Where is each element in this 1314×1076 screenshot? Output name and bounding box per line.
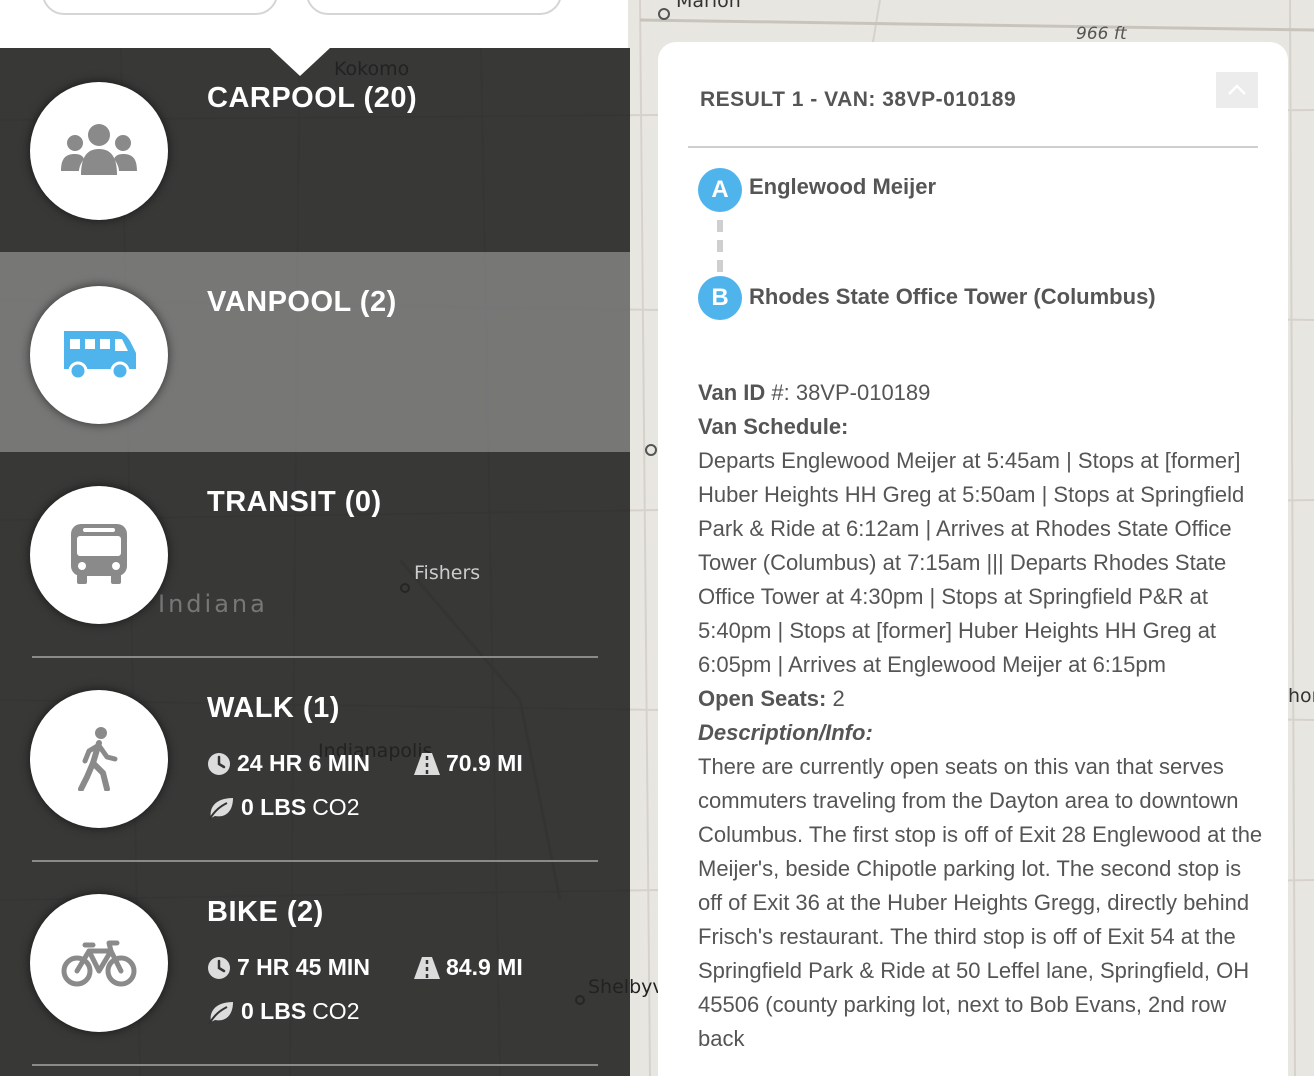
result-card: RESULT 1 - VAN: 38VP-010189 A Englewood … xyxy=(658,42,1288,1076)
top-strip xyxy=(0,0,628,48)
mode-title-bike: BIKE (2) xyxy=(207,896,324,928)
mode-title-carpool: CARPOOL (20) xyxy=(207,82,418,114)
van-id-suffix: #: xyxy=(765,380,796,405)
destination-name: Rhodes State Office Tower (Columbus) xyxy=(749,284,1156,309)
mode-row-transit[interactable]: TRANSIT (0) xyxy=(0,452,630,656)
van-details: Van ID #: 38VP-010189 Van Schedule: Depa… xyxy=(698,376,1268,1056)
clock-icon xyxy=(208,752,230,775)
walk-co2-unit: CO2 xyxy=(312,794,360,820)
road-icon xyxy=(414,956,440,979)
seats-line: Open Seats: 2 xyxy=(698,682,1268,716)
bicycle-icon xyxy=(61,940,137,987)
origin-name: Englewood Meijer xyxy=(749,174,937,199)
walk-time: 24 HR 6 MIN xyxy=(207,750,370,777)
destination-marker: B xyxy=(698,276,742,320)
seats-value: 2 xyxy=(826,686,845,711)
map-label-marion: Marion xyxy=(676,0,741,12)
bike-time: 7 HR 45 MIN xyxy=(207,954,370,981)
people-icon xyxy=(61,124,137,175)
mode-title-vanpool: VANPOOL (2) xyxy=(207,286,397,318)
walk-distance: 70.9 MI xyxy=(414,750,523,777)
header-divider xyxy=(688,146,1258,148)
walk-co2-value: 0 LBS xyxy=(241,794,307,820)
walking-person-icon xyxy=(78,727,118,791)
mode-icon-circle xyxy=(30,286,168,424)
bike-co2-unit: CO2 xyxy=(312,998,360,1024)
walk-time-value: 24 HR 6 MIN xyxy=(237,750,370,776)
origin-marker: A xyxy=(698,168,742,212)
mode-row-carpool[interactable]: CARPOOL (20) xyxy=(0,48,630,252)
bus-icon xyxy=(71,524,127,584)
walk-co2: 0 LBS CO2 xyxy=(207,794,359,821)
bike-distance-value: 84.9 MI xyxy=(446,954,523,980)
mode-title-transit: TRANSIT (0) xyxy=(207,486,382,518)
filter-pill-left[interactable] xyxy=(42,0,278,15)
van-id-line: Van ID #: 38VP-010189 xyxy=(698,376,1268,410)
chevron-up-icon xyxy=(1228,84,1246,95)
walk-distance-value: 70.9 MI xyxy=(446,750,523,776)
van-icon xyxy=(64,331,136,381)
bike-co2: 0 LBS CO2 xyxy=(207,998,359,1025)
seats-label: Open Seats: xyxy=(698,686,827,711)
collapse-button[interactable] xyxy=(1216,72,1258,108)
van-id-label: Van ID xyxy=(698,380,766,405)
mode-row-bike[interactable]: BIKE (2) 7 HR 45 MIN 84.9 MI 0 LBS CO2 xyxy=(0,862,630,1066)
schedule-text: Departs Englewood Meijer at 5:45am | Sto… xyxy=(698,448,1245,677)
mode-row-vanpool[interactable]: VANPOOL (2) xyxy=(0,252,630,452)
map-label-elevation: 966 ft xyxy=(1076,24,1127,44)
mode-title-walk: WALK (1) xyxy=(207,692,340,724)
map-label-right-edge: hor xyxy=(1288,685,1314,707)
mode-list-panel: Kokomo Fishers Indiana Indianapolis Shel… xyxy=(0,48,664,1076)
mode-icon-circle xyxy=(30,690,168,828)
bike-time-value: 7 HR 45 MIN xyxy=(237,954,370,980)
mode-icon-circle xyxy=(30,894,168,1032)
mode-row-walk[interactable]: WALK (1) 24 HR 6 MIN 70.9 MI 0 LBS CO2 xyxy=(0,658,630,860)
leaf-icon xyxy=(208,1001,233,1024)
bike-co2-value: 0 LBS xyxy=(241,998,307,1024)
description-label: Description/Info: xyxy=(698,720,873,745)
van-id-value: 38VP-010189 xyxy=(795,380,931,405)
leaf-icon xyxy=(208,797,233,820)
filter-pill-right[interactable] xyxy=(306,0,562,15)
road-icon xyxy=(414,752,440,775)
bike-distance: 84.9 MI xyxy=(414,954,523,981)
mode-icon-circle xyxy=(30,82,168,220)
route-connector xyxy=(717,220,723,272)
schedule-label: Van Schedule: xyxy=(698,414,849,439)
mode-icon-circle xyxy=(30,486,168,624)
clock-icon xyxy=(208,956,230,979)
selection-pointer xyxy=(270,48,330,76)
result-header: RESULT 1 - VAN: 38VP-010189 xyxy=(700,88,1017,111)
description-text: There are currently open seats on this v… xyxy=(698,754,1263,1051)
list-divider xyxy=(32,1064,598,1066)
